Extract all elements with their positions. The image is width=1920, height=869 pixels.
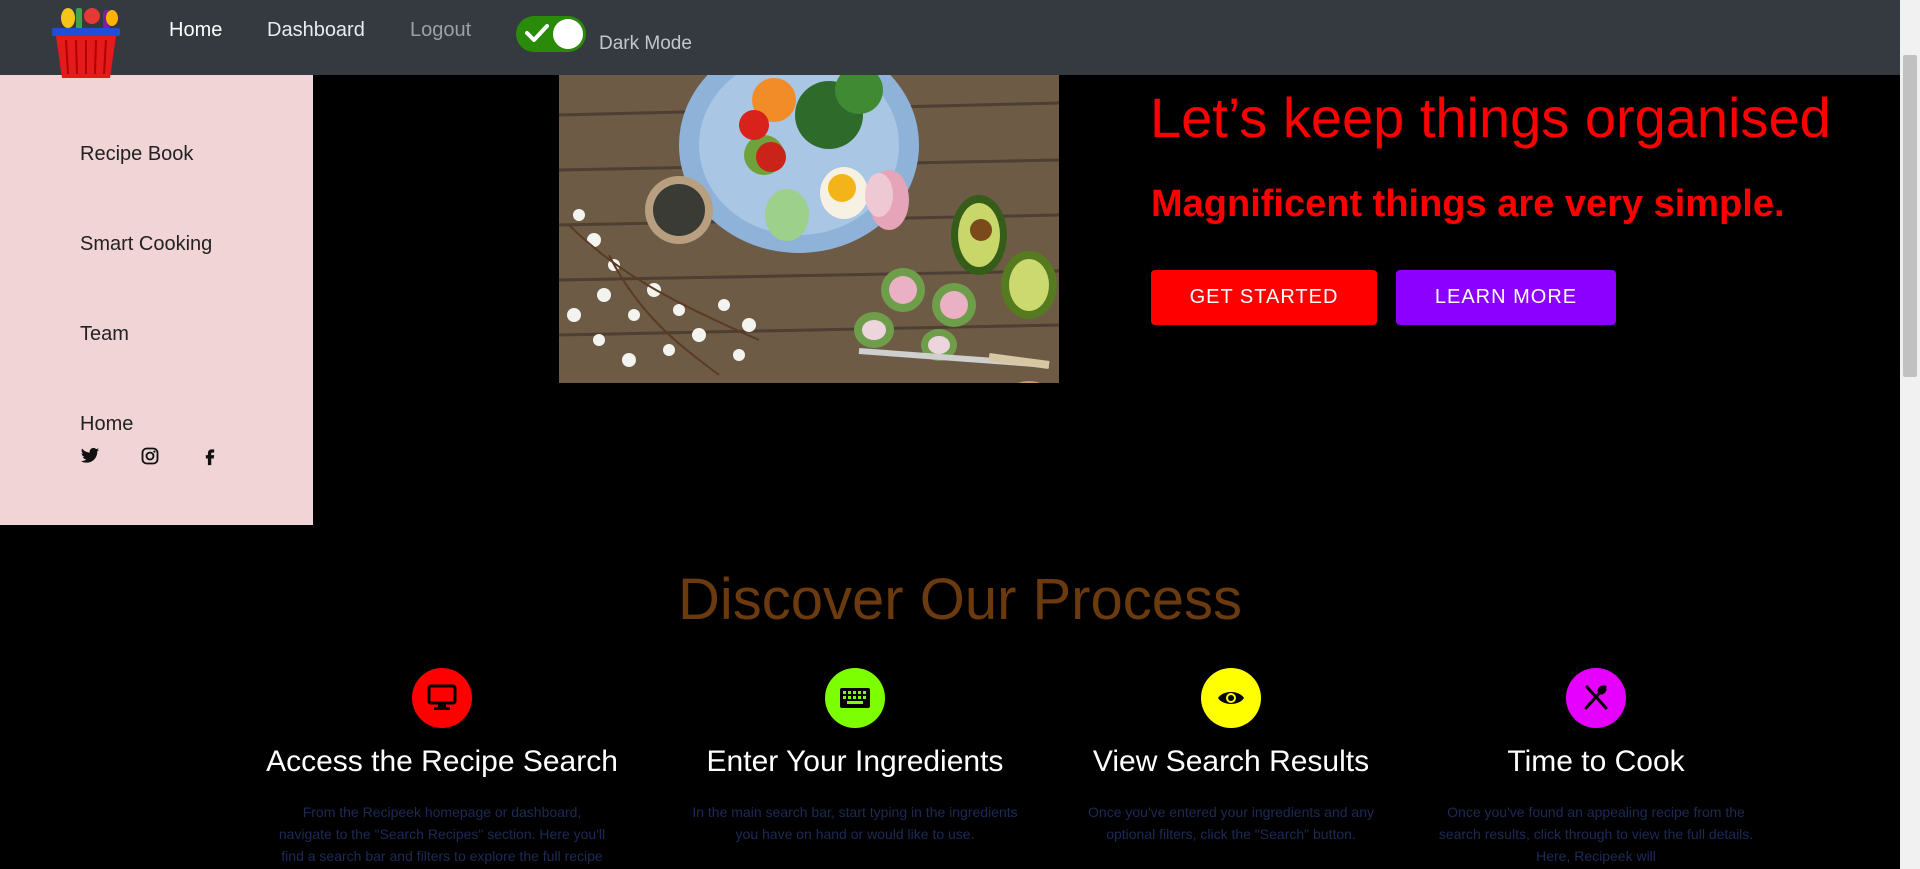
- dark-mode-toggle[interactable]: [516, 16, 586, 52]
- facebook-icon[interactable]: [200, 446, 220, 466]
- step-title: Access the Recipe Search: [266, 745, 618, 778]
- sidebar: Recipe Book Smart Cooking Team Home: [0, 75, 313, 525]
- sidebar-item-recipe-book[interactable]: Recipe Book: [80, 143, 193, 166]
- sidebar-item-team[interactable]: Team: [80, 323, 129, 346]
- instagram-icon[interactable]: [140, 446, 160, 466]
- step-text: From the Recipeek homepage or dashboard,…: [278, 804, 606, 864]
- process-step: Enter Your Ingredients In the main searc…: [665, 668, 1045, 845]
- nav-home-link[interactable]: Home: [169, 19, 222, 42]
- nav-logout-link[interactable]: Logout: [410, 19, 471, 42]
- page: Home Dashboard Logout Dark Mode Recipe B…: [0, 0, 1920, 869]
- toggle-knob: [553, 19, 583, 49]
- step-text: In the main search bar, start typing in …: [692, 804, 1018, 842]
- twitter-icon[interactable]: [80, 446, 100, 466]
- get-started-button[interactable]: GET STARTED: [1151, 270, 1377, 325]
- basket-logo-icon[interactable]: [48, 4, 124, 78]
- sidebar-item-smart-cooking[interactable]: Smart Cooking: [80, 233, 212, 256]
- eye-icon: [1201, 668, 1261, 728]
- learn-more-button[interactable]: LEARN MORE: [1396, 270, 1616, 325]
- top-navbar: Home Dashboard Logout Dark Mode: [0, 0, 1900, 78]
- nav-dashboard-link[interactable]: Dashboard: [267, 19, 365, 42]
- process-step: View Search Results Once you've entered …: [1041, 668, 1421, 845]
- scrollbar-thumb[interactable]: [1903, 55, 1917, 377]
- step-text: Once you've entered your ingredients and…: [1088, 804, 1374, 842]
- process-step: Time to Cook Once you've found an appeal…: [1406, 668, 1786, 867]
- process-title: Discover Our Process: [677, 567, 1243, 632]
- monitor-icon: [412, 668, 472, 728]
- hero-food-image: [559, 75, 1059, 383]
- process-step: Access the Recipe Search From the Recipe…: [252, 668, 632, 867]
- check-icon: [525, 24, 549, 42]
- utensils-icon: [1566, 668, 1626, 728]
- keyboard-icon: [825, 668, 885, 728]
- hero-title: Let’s keep things organised: [1150, 86, 1831, 149]
- hero-subtitle: Magnificent things are very simple.: [1151, 183, 1785, 225]
- vertical-scrollbar[interactable]: [1900, 0, 1920, 869]
- step-title: View Search Results: [1092, 745, 1370, 778]
- sidebar-item-home[interactable]: Home: [80, 413, 133, 436]
- step-text: Once you've found an appealing recipe fr…: [1438, 804, 1754, 864]
- dark-mode-label: Dark Mode: [599, 33, 692, 54]
- step-title: Enter Your Ingredients: [706, 745, 1004, 778]
- step-title: Time to Cook: [1507, 745, 1685, 778]
